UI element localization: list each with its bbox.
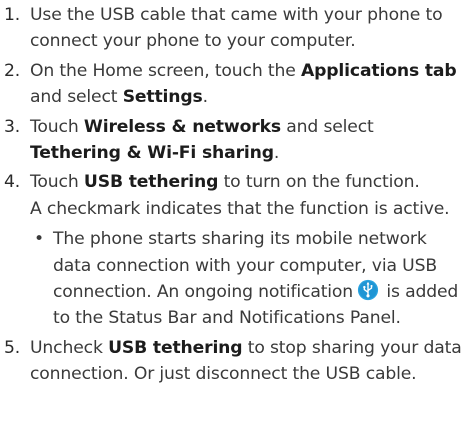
step-2: 2. On the Home screen, touch the Applica… — [4, 58, 468, 111]
ui-term-applications-tab: Applications tab — [300, 60, 457, 81]
step-number: 2. — [4, 60, 21, 81]
tethering-instructions: 1. Use the USB cable that came with your… — [4, 2, 468, 391]
bullet-marker: • — [34, 229, 44, 250]
ui-term-usb-tethering: USB tethering — [108, 337, 243, 358]
step-text: On the Home screen, touch the Applicatio… — [30, 60, 457, 108]
bullet-item: • The phone starts sharing its mobile ne… — [30, 226, 468, 332]
bullet-text-start: The phone starts sharing its mobile netw… — [53, 229, 437, 303]
step-text: Touch USB tethering to turn on the funct… — [30, 172, 420, 193]
ui-term-settings: Settings — [122, 87, 203, 108]
step-1: 1. Use the USB cable that came with your… — [4, 2, 468, 55]
step-number: 1. — [4, 5, 21, 25]
step-4: 4. Touch USB tethering to turn on the fu… — [4, 169, 468, 331]
ui-term-tethering-wifi-sharing: Tethering & Wi-Fi sharing — [30, 143, 274, 164]
step-number: 3. — [4, 116, 21, 137]
step-number: 4. — [4, 172, 21, 193]
step-5: 5. Uncheck USB tethering to stop sharing… — [4, 335, 468, 388]
step-text: Uncheck USB tethering to stop sharing yo… — [30, 337, 462, 385]
step-text: Use the USB cable that came with your ph… — [30, 5, 443, 52]
step-text: Touch Wireless & networks and select Tet… — [30, 116, 374, 164]
usb-notification-icon — [357, 279, 379, 301]
ui-term-wireless-networks: Wireless & networks — [83, 116, 281, 137]
step-note: A checkmark indicates that the function … — [30, 198, 450, 219]
step-number: 5. — [4, 337, 21, 358]
step-3: 3. Touch Wireless & networks and select … — [4, 114, 468, 167]
ui-term-usb-tethering: USB tethering — [83, 172, 219, 193]
